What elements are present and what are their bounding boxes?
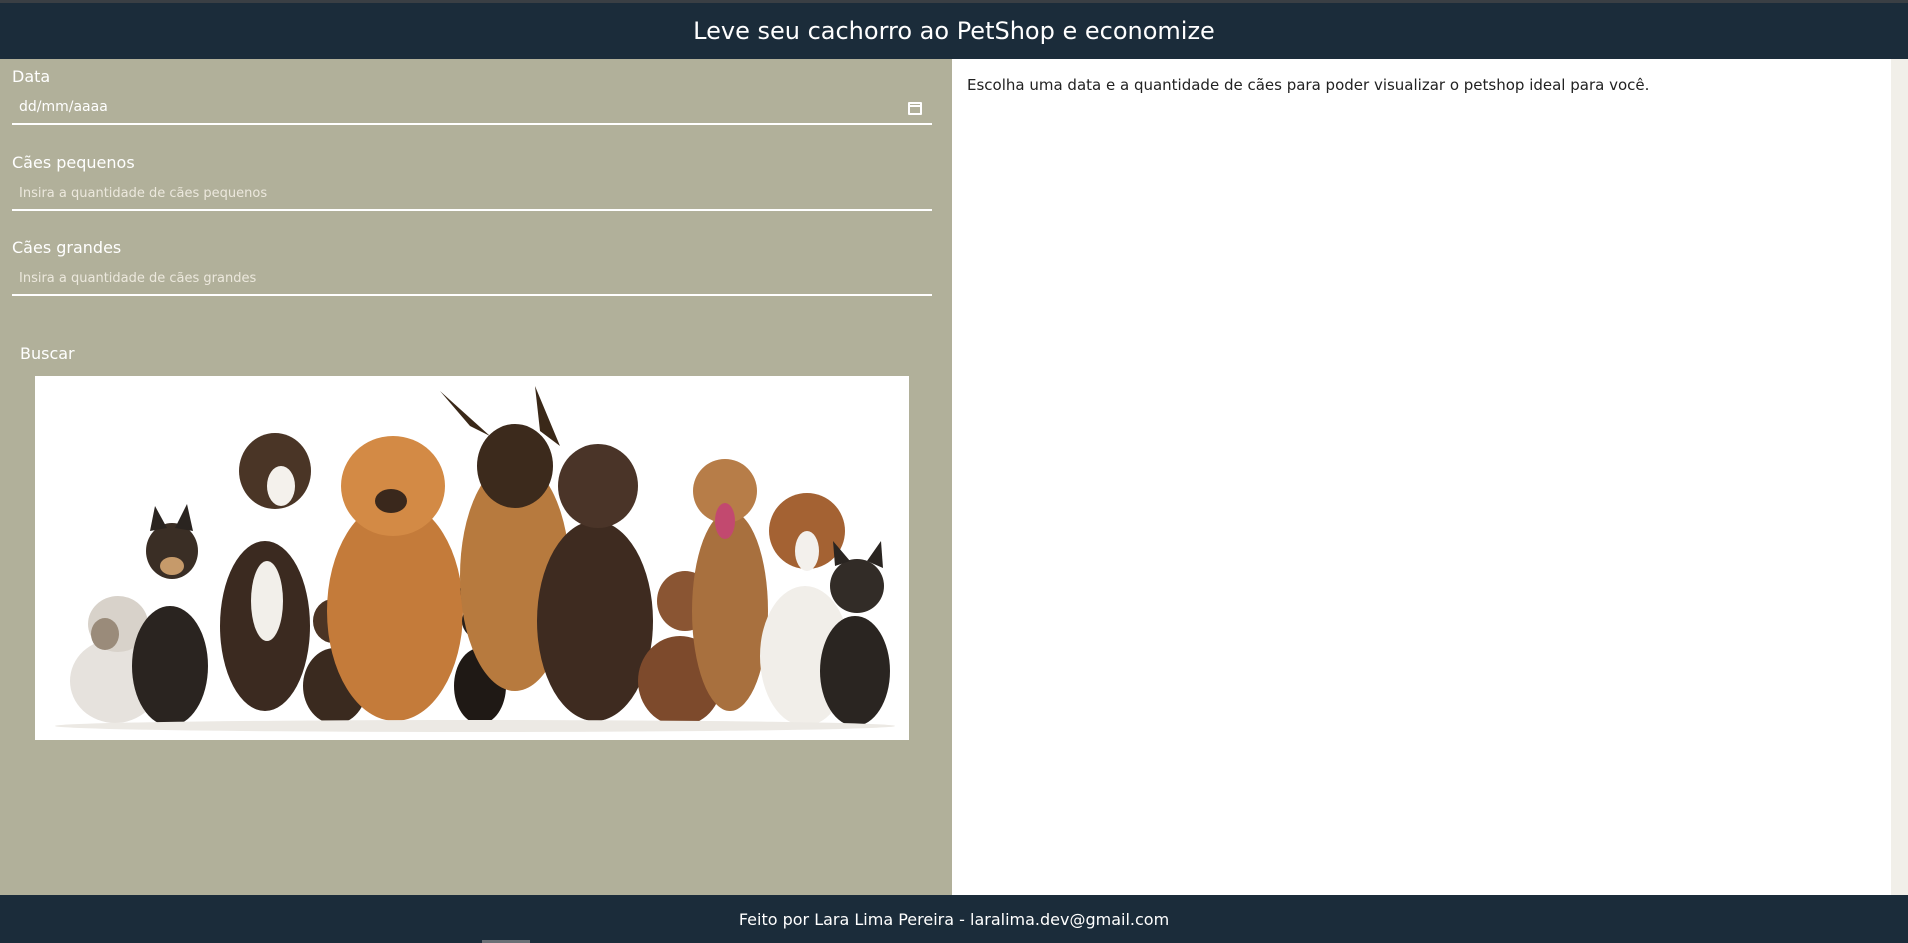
small-dogs-placeholder: Insira a quantidade de cães pequenos — [19, 185, 268, 201]
dogs-image — [35, 376, 909, 740]
vertical-scrollbar[interactable] — [1891, 59, 1908, 895]
page: Leve seu cachorro ao PetShop e economize… — [0, 0, 1908, 943]
result-message: Escolha uma data e a quantidade de cães … — [967, 76, 1650, 94]
calendar-icon[interactable] — [908, 102, 922, 115]
page-title: Leve seu cachorro ao PetShop e economize — [693, 17, 1215, 45]
search-button[interactable]: Buscar — [20, 344, 75, 363]
dogs-illustration — [55, 386, 895, 732]
small-dogs-input[interactable]: Insira a quantidade de cães pequenos — [12, 177, 932, 211]
large-dogs-label: Cães grandes — [12, 238, 122, 257]
result-panel: Escolha uma data e a quantidade de cães … — [952, 59, 1891, 895]
date-input-value: dd/mm/aaaa — [19, 99, 108, 115]
large-dogs-input[interactable]: Insira a quantidade de cães grandes — [12, 262, 932, 296]
date-label: Data — [12, 67, 51, 86]
large-dogs-placeholder: Insira a quantidade de cães grandes — [19, 270, 257, 286]
search-form-panel: Data dd/mm/aaaa Cães pequenos Insira a q… — [0, 59, 952, 895]
footer-credit: Feito por Lara Lima Pereira - laralima.d… — [738, 909, 1170, 929]
page-footer: Feito por Lara Lima Pereira - laralima.d… — [0, 895, 1908, 943]
date-input[interactable]: dd/mm/aaaa — [12, 91, 932, 125]
page-header: Leve seu cachorro ao PetShop e economize — [0, 0, 1908, 59]
small-dogs-label: Cães pequenos — [12, 153, 135, 172]
